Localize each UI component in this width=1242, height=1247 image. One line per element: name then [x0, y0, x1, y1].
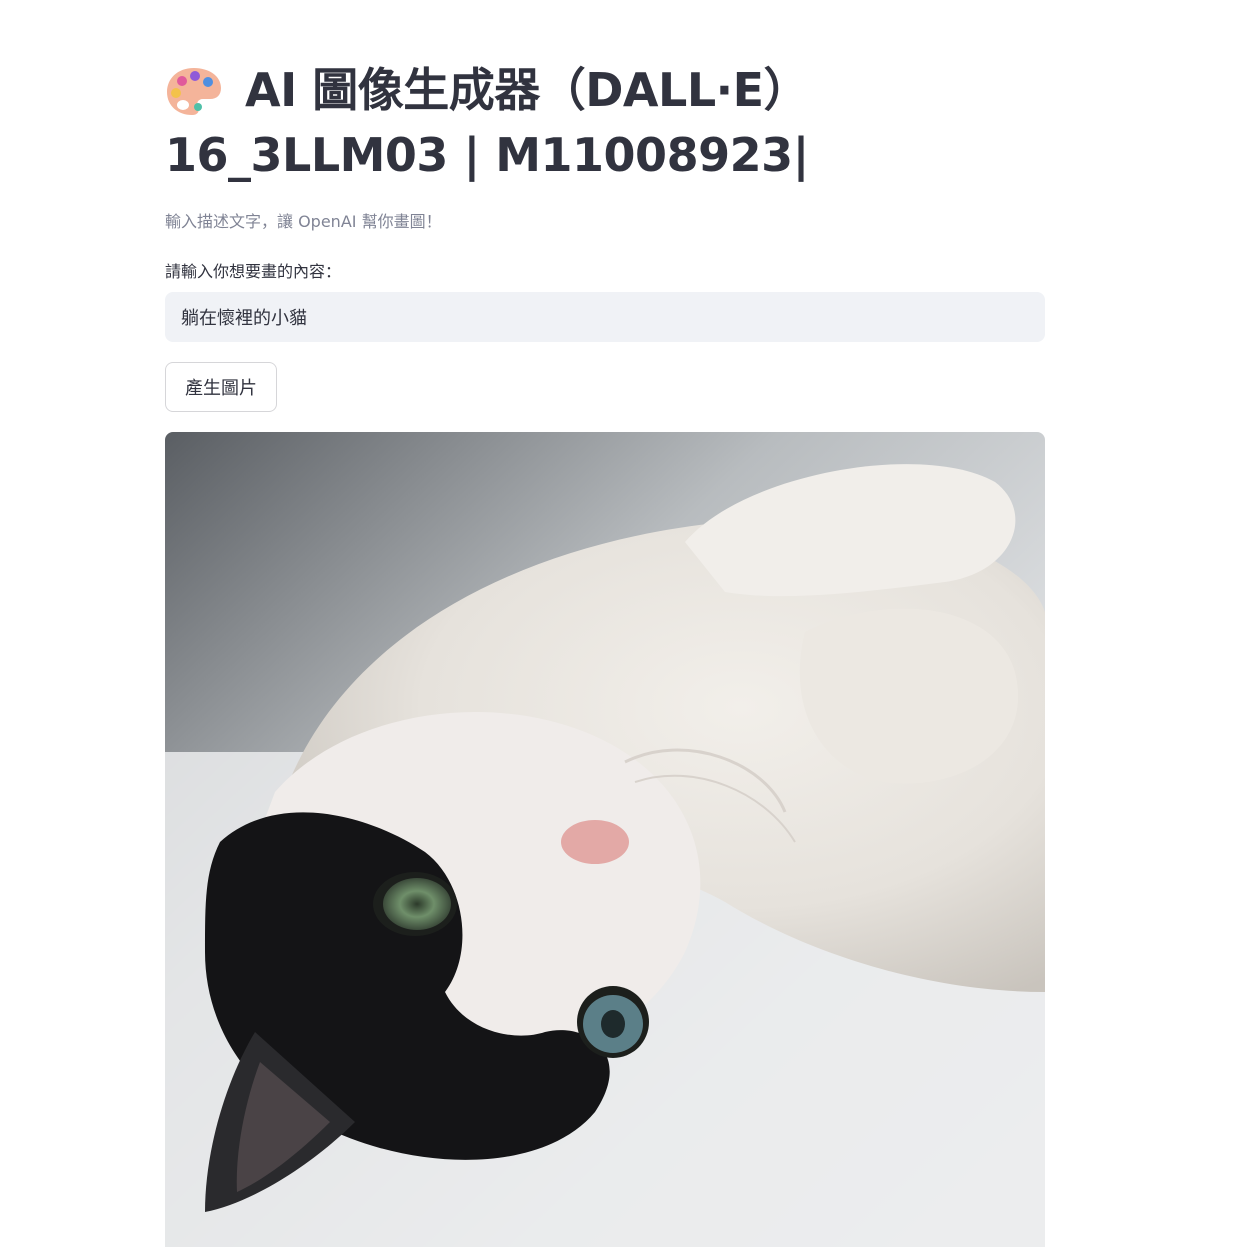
generated-cat-image	[165, 432, 1045, 1247]
prompt-input[interactable]	[165, 292, 1045, 342]
prompt-label: 請輸入你想要畫的內容：	[165, 262, 342, 281]
generate-image-button[interactable]: 產生圖片	[165, 362, 277, 412]
page-caption: 輸入描述文字，讓 OpenAI 幫你畫圖！	[165, 212, 442, 231]
title-line-1: AI 圖像生成器（DALL·E）	[245, 63, 810, 117]
page-title: AI 圖像生成器（DALL·E） 16_3LLM03 | M11008923|	[165, 58, 1045, 188]
artist-palette-icon	[167, 67, 221, 115]
title-line-2: 16_3LLM03 | M11008923|	[165, 128, 809, 182]
